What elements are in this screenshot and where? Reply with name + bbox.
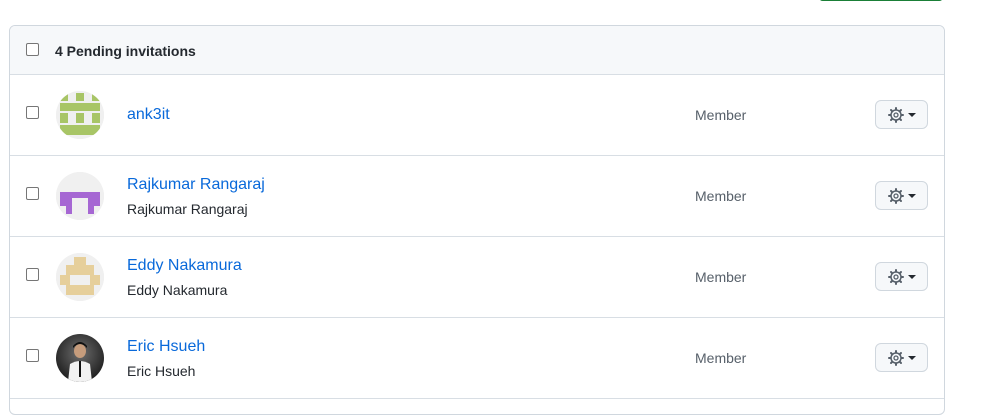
row-checkbox[interactable] <box>26 106 39 119</box>
identicon-avatar <box>56 172 104 220</box>
username-link[interactable]: Eric Hsueh <box>127 338 205 356</box>
gear-icon <box>887 106 904 123</box>
identicon-avatar <box>56 253 104 301</box>
invitations-count-title: 4 Pending invitations <box>55 43 196 59</box>
avatar[interactable] <box>56 253 104 301</box>
caret-down-icon <box>907 355 916 360</box>
username-link[interactable]: ank3it <box>127 106 170 124</box>
role-label: Member <box>695 269 747 285</box>
top-action-button[interactable] <box>819 0 943 1</box>
row-checkbox[interactable] <box>26 187 39 200</box>
caret-down-icon <box>907 112 916 117</box>
avatar[interactable] <box>56 172 104 220</box>
username-link[interactable]: Rajkumar Rangaraj <box>127 176 265 194</box>
row-settings-button[interactable] <box>875 181 928 210</box>
invitation-row: ank3it Member <box>10 75 944 156</box>
invitation-row: Rajkumar Rangaraj Rajkumar Rangaraj Memb… <box>10 156 944 237</box>
full-name: Eddy Nakamura <box>127 282 228 298</box>
gear-icon <box>887 349 904 366</box>
invitations-header: 4 Pending invitations <box>10 26 944 75</box>
row-checkbox[interactable] <box>26 349 39 362</box>
row-settings-button[interactable] <box>875 343 928 372</box>
caret-down-icon <box>907 193 916 198</box>
username-link[interactable]: Eddy Nakamura <box>127 257 242 275</box>
gear-icon <box>887 187 904 204</box>
invitation-row: Eric Hsueh Eric Hsueh Member <box>10 318 944 399</box>
role-label: Member <box>695 350 747 366</box>
row-checkbox[interactable] <box>26 268 39 281</box>
row-settings-button[interactable] <box>875 262 928 291</box>
invitation-row: Eddy Nakamura Eddy Nakamura Member <box>10 237 944 318</box>
identicon-avatar <box>56 91 104 139</box>
select-all-checkbox[interactable] <box>26 43 39 56</box>
full-name: Rajkumar Rangaraj <box>127 201 248 217</box>
full-name: Eric Hsueh <box>127 363 196 379</box>
gear-icon <box>887 268 904 285</box>
avatar[interactable] <box>56 334 104 382</box>
avatar[interactable] <box>56 91 104 139</box>
role-label: Member <box>695 188 747 204</box>
role-label: Member <box>695 107 747 123</box>
caret-down-icon <box>907 274 916 279</box>
photo-avatar <box>56 334 104 382</box>
pending-invitations-panel: 4 Pending invitations ank3it Member Rajk… <box>9 25 945 415</box>
row-settings-button[interactable] <box>875 100 928 129</box>
